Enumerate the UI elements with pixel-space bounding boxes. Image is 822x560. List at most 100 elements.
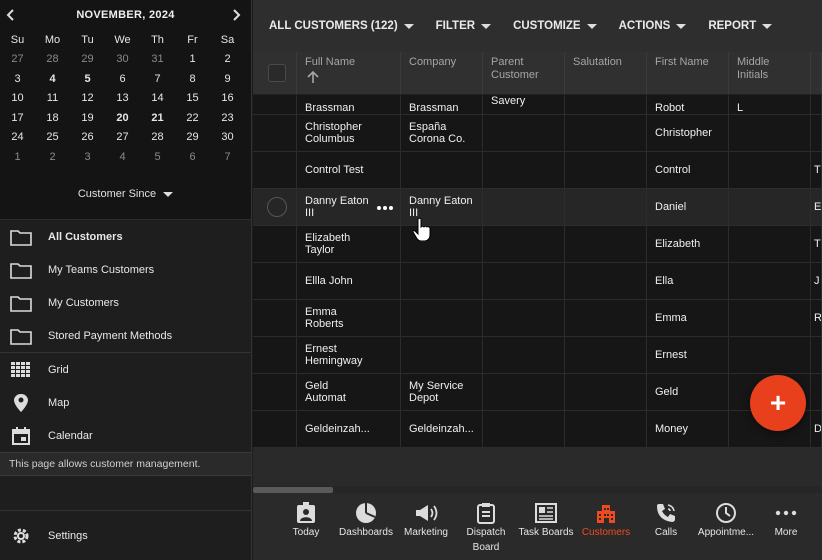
sidebar-item-all-customers[interactable]: All Customers: [0, 220, 251, 253]
toolbar-filter-menu[interactable]: FILTER: [436, 20, 492, 32]
table-row-partial[interactable]: Brassman Brassman Savery Robot L: [253, 95, 822, 115]
calendar-day[interactable]: 5: [70, 69, 105, 89]
horizontal-scrollbar[interactable]: [253, 486, 822, 493]
calendar-day[interactable]: 3: [0, 69, 35, 89]
add-button[interactable]: +: [750, 375, 806, 431]
cell-first-name: Money: [647, 411, 729, 447]
calendar-day[interactable]: 10: [0, 89, 35, 109]
table-row[interactable]: Ellla John Ella J: [253, 263, 822, 300]
row-select-cell[interactable]: [253, 374, 297, 410]
calendar-day[interactable]: 9: [210, 69, 245, 89]
nav-calls[interactable]: Calls: [636, 493, 696, 560]
calendar-day[interactable]: 23: [210, 108, 245, 128]
calendar-day[interactable]: 15: [175, 89, 210, 109]
chevron-left-icon[interactable]: [4, 8, 18, 22]
calendar-day[interactable]: 24: [0, 128, 35, 148]
calendar-day[interactable]: 8: [175, 69, 210, 89]
toolbar-customize-menu[interactable]: CUSTOMIZE: [513, 20, 597, 32]
toolbar-report-menu[interactable]: REPORT: [708, 20, 773, 32]
nav-appointme[interactable]: Appointme...: [696, 493, 756, 560]
sidebar-item-grid[interactable]: Grid: [0, 353, 251, 386]
calendar-day[interactable]: 1: [0, 147, 35, 167]
column-header-full-name[interactable]: Full Name: [297, 52, 401, 94]
calendar-day[interactable]: 4: [35, 69, 70, 89]
calendar-day[interactable]: 30: [210, 128, 245, 148]
nav-dashboards[interactable]: Dashboards: [336, 493, 396, 560]
calendar-day[interactable]: 27: [0, 50, 35, 70]
calendar-day[interactable]: 27: [105, 128, 140, 148]
row-select-cell[interactable]: [253, 189, 297, 225]
nav-more[interactable]: More: [756, 493, 816, 560]
nav-task-boards[interactable]: Task Boards: [516, 493, 576, 560]
calendar-day[interactable]: 2: [35, 147, 70, 167]
cell-full-name: Elizabeth Taylor: [297, 226, 401, 262]
table-row[interactable]: Geldeinzah... Geldeinzah... Money D: [253, 411, 822, 448]
nav-today[interactable]: Today: [276, 493, 336, 560]
select-all-column[interactable]: [253, 52, 297, 94]
calendar-day[interactable]: 4: [105, 147, 140, 167]
customer-since-dropdown[interactable]: Customer Since: [0, 188, 251, 200]
calendar-day[interactable]: 16: [210, 89, 245, 109]
nav-customers[interactable]: Customers: [576, 493, 636, 560]
calendar-day[interactable]: 31: [140, 50, 175, 70]
sidebar-item-my-teams-customers[interactable]: My Teams Customers: [0, 253, 251, 286]
calendar-day[interactable]: 7: [140, 69, 175, 89]
column-header-salutation[interactable]: Salutation: [565, 52, 647, 94]
more-options-icon[interactable]: [376, 205, 394, 211]
nav-dispatch-board[interactable]: Dispatch Board: [456, 493, 516, 560]
row-select-cell[interactable]: [253, 226, 297, 262]
sidebar-item-map[interactable]: Map: [0, 386, 251, 419]
toolbar-actions-menu[interactable]: ACTIONS: [619, 20, 687, 32]
toolbar-all-customers-122-menu[interactable]: ALL CUSTOMERS (122): [269, 20, 414, 32]
calendar-day[interactable]: 29: [175, 128, 210, 148]
building-icon: [595, 501, 617, 525]
calendar-day[interactable]: 18: [35, 108, 70, 128]
calendar-day[interactable]: 26: [70, 128, 105, 148]
column-header-middle-initials[interactable]: Middle Initials: [729, 52, 811, 94]
row-select-cell[interactable]: [253, 411, 297, 447]
calendar-day[interactable]: 14: [140, 89, 175, 109]
row-select-cell[interactable]: [253, 263, 297, 299]
table-row[interactable]: Danny Eaton III Danny Eaton III Daniel E: [253, 189, 822, 226]
calendar-day[interactable]: 21: [140, 108, 175, 128]
row-select-cell[interactable]: [253, 115, 297, 151]
sidebar-item-stored-payment-methods[interactable]: Stored Payment Methods: [0, 319, 251, 352]
calendar-day[interactable]: 5: [140, 147, 175, 167]
table-row[interactable]: Elizabeth Taylor Elizabeth T: [253, 226, 822, 263]
calendar-day[interactable]: 29: [70, 50, 105, 70]
calendar-day[interactable]: 11: [35, 89, 70, 109]
row-select-cell[interactable]: [253, 152, 297, 188]
calendar-day[interactable]: 7: [210, 147, 245, 167]
calendar-day[interactable]: 28: [35, 50, 70, 70]
table-row[interactable]: Geld Automat My Service Depot Geld: [253, 374, 822, 411]
column-header-first-name[interactable]: First Name: [647, 52, 729, 94]
row-select-cell[interactable]: [253, 337, 297, 373]
calendar-day[interactable]: 25: [35, 128, 70, 148]
calendar-day[interactable]: 13: [105, 89, 140, 109]
calendar-day[interactable]: 2: [210, 50, 245, 70]
calendar-day[interactable]: 19: [70, 108, 105, 128]
calendar-day[interactable]: 12: [70, 89, 105, 109]
column-header-parent-customer[interactable]: Parent Customer: [483, 52, 565, 94]
table-row[interactable]: Emma Roberts Emma R: [253, 300, 822, 337]
table-row[interactable]: Ernest Hemingway Ernest: [253, 337, 822, 374]
sidebar-item-my-customers[interactable]: My Customers: [0, 286, 251, 319]
calendar-day[interactable]: 1: [175, 50, 210, 70]
row-checkbox[interactable]: [267, 197, 287, 217]
calendar-day[interactable]: 20: [105, 108, 140, 128]
chevron-right-icon[interactable]: [229, 8, 243, 22]
calendar-day[interactable]: 30: [105, 50, 140, 70]
calendar-day[interactable]: 28: [140, 128, 175, 148]
calendar-day[interactable]: 3: [70, 147, 105, 167]
row-select-cell[interactable]: [253, 300, 297, 336]
column-header-company[interactable]: Company: [401, 52, 483, 94]
calendar-day[interactable]: 6: [175, 147, 210, 167]
calendar-day[interactable]: 6: [105, 69, 140, 89]
calendar-day[interactable]: 22: [175, 108, 210, 128]
sidebar-item-calendar[interactable]: Calendar: [0, 419, 251, 452]
table-row[interactable]: Control Test Control T: [253, 152, 822, 189]
settings-button[interactable]: Settings: [0, 510, 252, 560]
nav-marketing[interactable]: Marketing: [396, 493, 456, 560]
calendar-day[interactable]: 17: [0, 108, 35, 128]
table-row[interactable]: Christopher Columbus España Corona Co. Chr…: [253, 115, 822, 152]
